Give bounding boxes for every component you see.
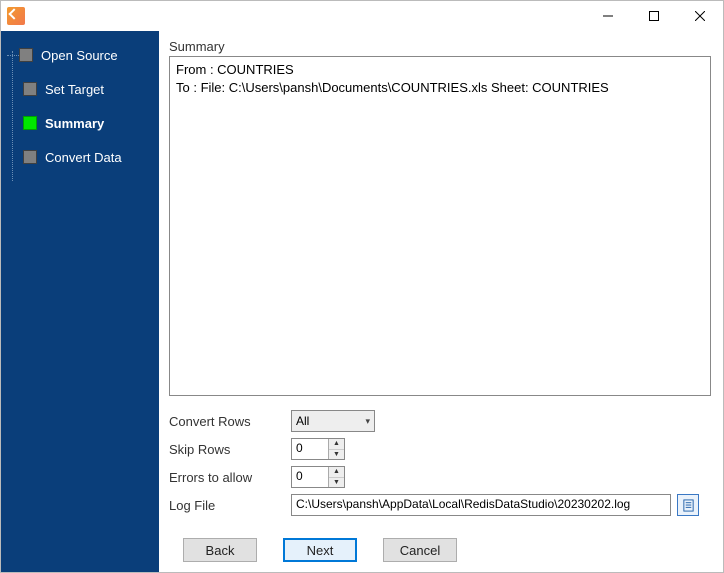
window-controls <box>585 1 723 31</box>
spinner: ▲ ▼ <box>328 439 344 459</box>
body: Open Source Set Target Summary Convert D… <box>1 31 723 572</box>
main-panel: Summary From : COUNTRIES To : File: C:\U… <box>159 31 723 572</box>
cancel-button[interactable]: Cancel <box>383 538 457 562</box>
spin-down-icon[interactable]: ▼ <box>329 450 344 460</box>
errors-allow-label: Errors to allow <box>169 470 291 485</box>
sidebar-item-label: Convert Data <box>45 150 122 165</box>
skip-rows-value: 0 <box>292 439 328 459</box>
skip-rows-input[interactable]: 0 ▲ ▼ <box>291 438 345 460</box>
convert-rows-select[interactable]: All ▾ <box>291 410 375 432</box>
step-box-icon <box>23 150 37 164</box>
spin-up-icon[interactable]: ▲ <box>329 467 344 478</box>
convert-rows-label: Convert Rows <box>169 414 291 429</box>
skip-rows-label: Skip Rows <box>169 442 291 457</box>
row-errors-allow: Errors to allow 0 ▲ ▼ <box>169 466 711 488</box>
browse-log-button[interactable] <box>677 494 699 516</box>
close-button[interactable] <box>677 1 723 31</box>
spin-up-icon[interactable]: ▲ <box>329 439 344 450</box>
next-button[interactable]: Next <box>283 538 357 562</box>
app-icon <box>7 7 25 25</box>
row-log-file: Log File C:\Users\pansh\AppData\Local\Re… <box>169 494 711 516</box>
document-icon <box>682 499 695 512</box>
row-skip-rows: Skip Rows 0 ▲ ▼ <box>169 438 711 460</box>
convert-rows-value: All <box>296 414 309 428</box>
log-file-label: Log File <box>169 498 291 513</box>
log-file-input[interactable]: C:\Users\pansh\AppData\Local\RedisDataSt… <box>291 494 671 516</box>
step-box-icon <box>23 116 37 130</box>
minimize-button[interactable] <box>585 1 631 31</box>
section-title: Summary <box>169 39 711 54</box>
spin-down-icon[interactable]: ▼ <box>329 478 344 488</box>
sidebar-item-summary[interactable]: Summary <box>1 111 159 135</box>
chevron-down-icon: ▾ <box>365 416 370 427</box>
row-convert-rows: Convert Rows All ▾ <box>169 410 711 432</box>
errors-allow-input[interactable]: 0 ▲ ▼ <box>291 466 345 488</box>
sidebar-item-label: Open Source <box>41 48 118 63</box>
sidebar-item-open-source[interactable]: Open Source <box>1 43 159 67</box>
sidebar-item-label: Summary <box>45 116 104 131</box>
sidebar-item-convert-data[interactable]: Convert Data <box>1 145 159 169</box>
button-bar: Back Next Cancel <box>169 538 711 562</box>
titlebar <box>1 1 723 31</box>
sidebar-item-set-target[interactable]: Set Target <box>1 77 159 101</box>
app-window: Open Source Set Target Summary Convert D… <box>0 0 724 573</box>
maximize-button[interactable] <box>631 1 677 31</box>
sidebar: Open Source Set Target Summary Convert D… <box>1 31 159 572</box>
spinner: ▲ ▼ <box>328 467 344 487</box>
back-button[interactable]: Back <box>183 538 257 562</box>
sidebar-item-label: Set Target <box>45 82 104 97</box>
form-area: Convert Rows All ▾ Skip Rows 0 ▲ ▼ <box>169 410 711 522</box>
errors-allow-value: 0 <box>292 467 328 487</box>
summary-textarea[interactable]: From : COUNTRIES To : File: C:\Users\pan… <box>169 56 711 396</box>
step-box-icon <box>23 82 37 96</box>
step-box-icon <box>19 48 33 62</box>
